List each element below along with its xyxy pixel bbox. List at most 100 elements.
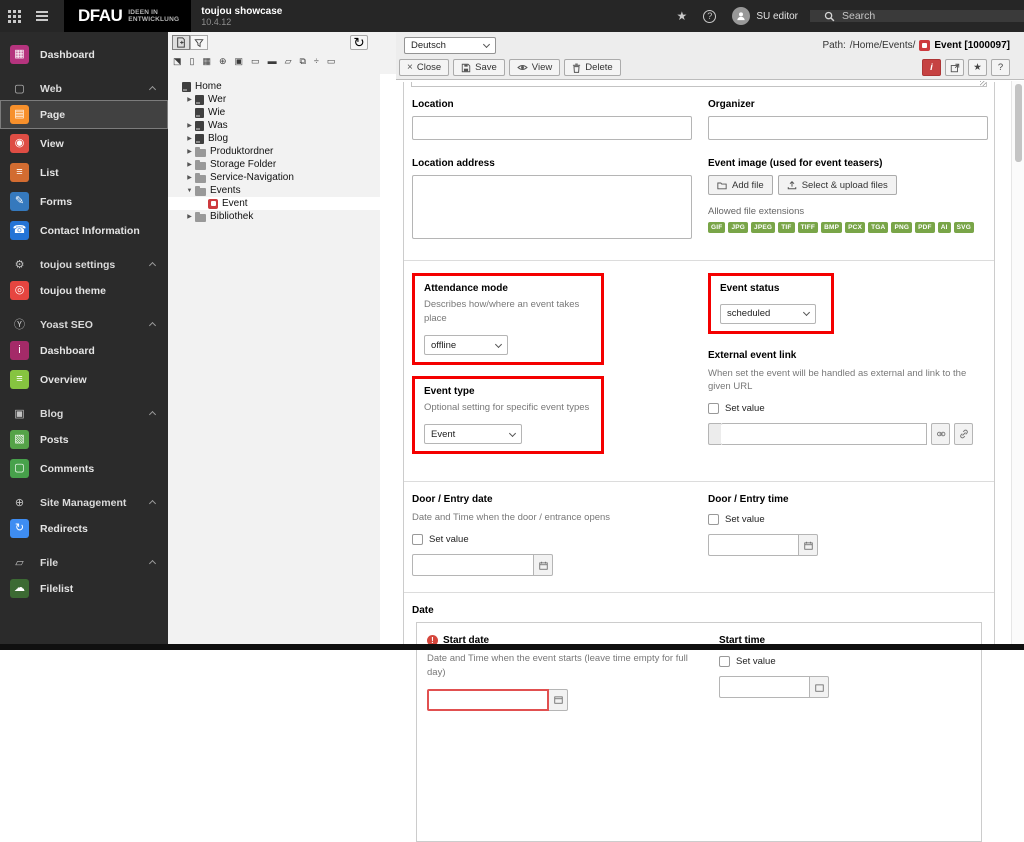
docheader-help-button[interactable]: ?	[991, 59, 1010, 76]
help-icon[interactable]: ?	[695, 9, 724, 23]
module-menu-toggle-icon[interactable]	[0, 0, 28, 32]
page-type-drag-icon[interactable]: ▣	[235, 56, 244, 66]
page-type-drag-icon[interactable]: ⬔	[173, 56, 182, 66]
checkbox[interactable]	[708, 514, 719, 526]
chevron-up-icon[interactable]	[148, 410, 157, 418]
tree-toggle-icon[interactable]: ▶	[184, 148, 195, 155]
location-address-input[interactable]	[412, 175, 692, 239]
tree-toggle-icon[interactable]: ▶	[184, 161, 195, 168]
sidebar-section-web[interactable]: ▢ Web	[0, 78, 168, 100]
sidebar-item-dashboard[interactable]: i Dashboard	[0, 336, 168, 365]
attendance-mode-select[interactable]: offline	[424, 335, 508, 356]
sidebar-section-yoast-seo[interactable]: Ⓨ Yoast SEO	[0, 314, 168, 336]
chevron-up-icon[interactable]	[148, 499, 157, 507]
tree-item-storage-folder[interactable]: ▶ Storage Folder	[168, 158, 380, 171]
door-date-set-value[interactable]: Set value	[412, 534, 692, 546]
tree-item-event[interactable]: Event	[168, 197, 380, 210]
external-link-input[interactable]	[721, 423, 927, 446]
tree-toggle-icon[interactable]: ▶	[184, 135, 195, 142]
sidebar-section-file[interactable]: ▱ File	[0, 552, 168, 574]
sidebar-item-view[interactable]: ◉ View	[0, 129, 168, 158]
dfau-logo[interactable]: DFAU IDEEN IN ENTWICKLUNG	[64, 0, 192, 32]
open-new-window-icon[interactable]	[945, 59, 964, 76]
door-date-input[interactable]	[412, 554, 534, 577]
tree-item-was[interactable]: ▶ Was	[168, 119, 380, 132]
page-type-drag-icon[interactable]: ⊕	[219, 56, 227, 66]
sidebar-item-dashboard[interactable]: ▦ Dashboard	[0, 40, 168, 69]
link-icon[interactable]	[954, 423, 973, 446]
record-link-icon[interactable]	[931, 423, 950, 446]
location-input[interactable]	[412, 116, 692, 140]
chevron-up-icon[interactable]	[148, 559, 157, 567]
sidebar-item-toujou-theme[interactable]: ◎ toujou theme	[0, 276, 168, 305]
tree-item-home[interactable]: Home	[168, 80, 380, 93]
calendar-icon[interactable]	[534, 554, 553, 577]
door-time-input[interactable]	[708, 534, 799, 557]
page-type-drag-icon[interactable]: ▭	[327, 56, 336, 66]
page-type-drag-icon[interactable]: ▯	[190, 56, 195, 66]
checkbox[interactable]	[412, 534, 423, 546]
tree-item-blog[interactable]: ▶ Blog	[168, 132, 380, 145]
sidebar-item-forms[interactable]: ✎ Forms	[0, 187, 168, 216]
calendar-icon[interactable]	[549, 688, 568, 711]
bookmark-star-icon[interactable]: ★	[669, 9, 696, 23]
user-menu[interactable]: SU editor	[724, 7, 810, 25]
checkbox[interactable]	[708, 403, 719, 415]
add-file-button[interactable]: Add file	[708, 175, 773, 195]
page-type-drag-icon[interactable]: ▭	[251, 56, 260, 66]
sidebar-item-list[interactable]: ≡ List	[0, 158, 168, 187]
page-type-drag-icon[interactable]: ▱	[285, 56, 292, 66]
tree-item-bibliothek[interactable]: ▶ Bibliothek	[168, 210, 380, 223]
tree-item-wer[interactable]: ▶ Wer	[168, 93, 380, 106]
view-button[interactable]: View	[508, 59, 561, 76]
sidebar-item-overview[interactable]: ≡ Overview	[0, 365, 168, 394]
organizer-input[interactable]	[708, 116, 988, 140]
tree-toggle-icon[interactable]: ▶	[184, 213, 195, 220]
close-button[interactable]: × Close	[399, 59, 450, 76]
chevron-up-icon[interactable]	[148, 321, 157, 329]
scrollbar-thumb[interactable]	[1014, 84, 1022, 162]
save-button[interactable]: Save	[453, 59, 505, 76]
checkbox[interactable]	[719, 656, 730, 668]
tree-item-service-navigation[interactable]: ▶ Service-Navigation	[168, 171, 380, 184]
tree-toggle-icon[interactable]: ▶	[184, 96, 195, 103]
start-time-input[interactable]	[719, 676, 810, 699]
sidebar-item-posts[interactable]: ▧ Posts	[0, 425, 168, 454]
info-button[interactable]: i	[922, 59, 941, 76]
tree-toggle-icon[interactable]: ▼	[184, 188, 195, 194]
event-type-select[interactable]: Event	[424, 424, 522, 445]
tree-item-wie[interactable]: Wie	[168, 106, 380, 119]
chevron-up-icon[interactable]	[148, 261, 157, 269]
pagetree-toggle-icon[interactable]	[28, 0, 56, 32]
sidebar-item-redirects[interactable]: ↻ Redirects	[0, 514, 168, 543]
bookmark-icon[interactable]: ★	[968, 59, 987, 76]
chevron-up-icon[interactable]	[148, 85, 157, 93]
tree-toggle-icon[interactable]: ▶	[184, 122, 195, 129]
tree-toggle-icon[interactable]: ▶	[184, 174, 195, 181]
select-upload-button[interactable]: Select & upload files	[777, 175, 897, 195]
sidebar-item-page[interactable]: ▤ Page	[0, 100, 168, 129]
delete-button[interactable]: Delete	[564, 59, 621, 76]
start-date-input[interactable]	[427, 688, 549, 711]
new-page-button[interactable]	[172, 35, 190, 50]
page-type-drag-icon[interactable]: ▬	[268, 56, 277, 66]
tree-scrollbar[interactable]	[380, 74, 396, 644]
sidebar-item-filelist[interactable]: ☁ Filelist	[0, 574, 168, 603]
calendar-icon[interactable]	[810, 676, 829, 699]
calendar-icon[interactable]	[799, 534, 818, 557]
sidebar-section-toujou-settings[interactable]: ⚙ toujou settings	[0, 254, 168, 276]
door-time-set-value[interactable]: Set value	[708, 514, 988, 526]
external-link-set-value[interactable]: Set value	[708, 403, 988, 415]
start-time-set-value[interactable]: Set value	[719, 656, 979, 668]
tree-item-events[interactable]: ▼ Events	[168, 184, 380, 197]
sidebar-section-site-management[interactable]: ⊕ Site Management	[0, 492, 168, 514]
page-type-drag-icon[interactable]: ⧉	[299, 56, 305, 66]
sidebar-section-blog[interactable]: ▣ Blog	[0, 403, 168, 425]
filter-button[interactable]	[190, 35, 208, 50]
page-type-drag-icon[interactable]: ▦	[202, 56, 211, 66]
page-type-drag-icon[interactable]: ÷	[314, 56, 319, 66]
sidebar-item-comments[interactable]: ▢ Comments	[0, 454, 168, 483]
tree-item-produktordner[interactable]: ▶ Produktordner	[168, 145, 380, 158]
event-status-select[interactable]: scheduled	[720, 303, 816, 324]
sidebar-item-contact-information[interactable]: ☎ Contact Information	[0, 216, 168, 245]
